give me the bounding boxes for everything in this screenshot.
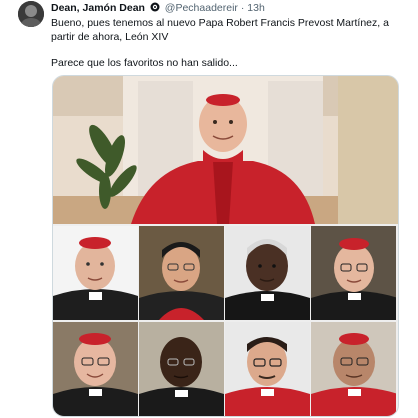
cardinal-portrait-5[interactable] [53,322,138,416]
user-handle[interactable]: @Pechaadereir [165,2,238,14]
tweet-text-line-1: Bueno, pues tenemos al nuevo Papa Robert… [51,17,389,43]
avatar-image [18,1,44,27]
tweet-text: Bueno, pues tenemos al nuevo Papa Robert… [51,17,401,84]
cardinal-portrait-8[interactable] [311,322,396,416]
separator-dot: · [240,2,245,14]
cardinal-portrait-4[interactable] [311,226,396,320]
cardinal-in-red-portrait[interactable] [53,76,398,224]
cardinal-portrait-6[interactable] [139,322,224,416]
tweet-text-line-2: Parece que los favoritos no han salido..… [51,57,238,69]
cardinal-portrait-3[interactable] [225,226,310,320]
timestamp[interactable]: 13h [247,2,265,14]
cardinal-portrait-2[interactable] [139,226,224,320]
cardinal-portrait-7[interactable] [225,322,310,416]
cardinal-portrait-1[interactable] [53,226,138,320]
display-name[interactable]: Dean, Jamón Dean [51,2,145,14]
tweet-media[interactable] [52,75,399,417]
verified-badge-icon [150,2,160,16]
profile-avatar[interactable] [18,1,44,27]
tweet[interactable]: Dean, Jamón Dean @Pechaadereir · 13h Bue… [0,0,418,418]
portrait-grid [53,226,398,416]
tweet-header: Dean, Jamón Dean @Pechaadereir · 13h [51,2,408,16]
